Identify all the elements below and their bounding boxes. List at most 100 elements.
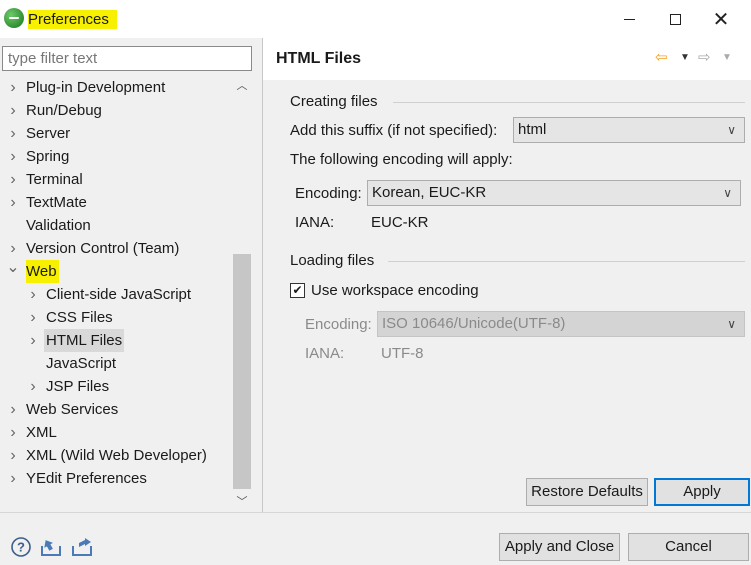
loading-encoding-combo[interactable]: ISO 10646/Unicode(UTF-8) ∨ (377, 311, 745, 337)
tree-item-label: Client-side JavaScript (46, 286, 192, 303)
suffix-value: html (518, 121, 547, 138)
loading-files-group-title: Loading files (290, 252, 375, 269)
chevron-down-icon: ∨ (727, 317, 736, 331)
chevron-right-icon[interactable]: › (6, 168, 20, 191)
chevron-right-icon[interactable]: › (6, 444, 20, 467)
scrollbar-thumb[interactable] (233, 254, 251, 489)
encoding-combo[interactable]: Korean, EUC-KR ∨ (367, 180, 741, 206)
tree-item-label: XML (26, 424, 57, 441)
tree-item[interactable]: › YEdit Preferences (2, 467, 234, 490)
tree-item-label: Spring (26, 148, 70, 165)
chevron-right-icon[interactable]: › (6, 421, 20, 444)
minimize-button[interactable] (606, 0, 652, 38)
chevron-down-icon: ∨ (723, 186, 732, 200)
tree-item-label: Validation (26, 217, 91, 234)
filter-input[interactable] (2, 46, 252, 71)
forward-arrow-icon[interactable]: ⇨ (698, 48, 711, 66)
iana-value: EUC-KR (371, 214, 429, 231)
minimize-icon (623, 18, 635, 20)
preference-tree: › Plug-in Development › Run/Debug › Server › Sp… (2, 76, 234, 512)
close-icon: ✕ (712, 8, 730, 31)
tree-item[interactable]: › XML (2, 421, 234, 444)
chevron-right-icon[interactable]: › (6, 191, 20, 214)
restore-defaults-button[interactable]: Restore Defaults (526, 478, 648, 506)
tree-item[interactable]: › Server (2, 122, 234, 145)
tree-item[interactable]: ⌄ Web (2, 259, 234, 283)
suffix-label: Add this suffix (if not specified): (290, 122, 498, 139)
loading-encoding-label: Encoding: (305, 316, 372, 333)
tree-item[interactable]: › CSS Files (2, 306, 234, 329)
chevron-right-icon[interactable]: › (26, 283, 40, 306)
maximize-icon (669, 13, 681, 25)
creating-files-group-title: Creating files (290, 93, 378, 110)
tree-item-label: Server (26, 125, 71, 142)
apply-and-close-button[interactable]: Apply and Close (499, 533, 620, 561)
scroll-down-icon[interactable]: ﹀ (233, 492, 251, 512)
chevron-right-icon[interactable]: › (6, 145, 20, 168)
tree-item-label: HTML Files (44, 329, 125, 352)
window-title: Preferences (28, 10, 117, 29)
tree-item-label: Web (26, 260, 59, 283)
tree-item[interactable]: › TextMate (2, 191, 234, 214)
page-content: Creating files Add this suffix (if not s… (262, 80, 751, 512)
checkmark-icon: ✔ (292, 283, 303, 297)
close-button[interactable]: ✕ (698, 0, 744, 38)
chevron-right-icon[interactable]: › (6, 76, 20, 99)
tree-item-label: XML (Wild Web Developer) (26, 447, 207, 464)
eclipse-logo-icon (4, 8, 24, 28)
tree-item[interactable]: › Client-side JavaScript (2, 283, 234, 306)
tree-item[interactable]: › Web Services (2, 398, 234, 421)
chevron-right-icon[interactable]: › (6, 122, 20, 145)
tree-item-label: Web Services (26, 401, 119, 418)
loading-encoding-value: ISO 10646/Unicode(UTF-8) (382, 315, 566, 332)
chevron-right-icon[interactable]: › (6, 467, 20, 490)
tree-item[interactable]: › HTML Files (2, 329, 234, 352)
tree-item[interactable]: › Version Control (Team) (2, 237, 234, 260)
tree-item-label: TextMate (26, 194, 87, 211)
encoding-label: Encoding: (295, 185, 362, 202)
tree-item-label: JSP Files (46, 378, 110, 395)
tree-item[interactable]: JavaScript (2, 352, 234, 375)
tree-item[interactable]: › XML (Wild Web Developer) (2, 444, 234, 467)
encoding-intro-text: The following encoding will apply: (290, 151, 513, 168)
workspace-encoding-checkbox[interactable]: ✔ (290, 283, 305, 298)
tree-item-label: CSS Files (46, 309, 113, 326)
scroll-up-icon[interactable]: ︿ (233, 76, 251, 96)
back-arrow-icon[interactable]: ⇦ (655, 48, 668, 66)
loading-iana-value: UTF-8 (381, 345, 424, 362)
page-title: HTML Files (276, 50, 362, 67)
tree-item-label: Terminal (26, 171, 83, 188)
tree-scrollbar[interactable]: ︿ ﹀ (233, 76, 251, 512)
maximize-button[interactable] (652, 0, 698, 38)
help-icon[interactable]: ? (10, 536, 32, 558)
cancel-button[interactable]: Cancel (628, 533, 749, 561)
group-divider (388, 261, 745, 262)
loading-iana-label: IANA: (305, 345, 345, 362)
tree-item-label: Plug-in Development (26, 79, 166, 96)
apply-button[interactable]: Apply (654, 478, 750, 506)
import-icon[interactable] (40, 536, 62, 558)
tree-item[interactable]: › Spring (2, 145, 234, 168)
tree-item[interactable]: › Terminal (2, 168, 234, 191)
tree-item-label: YEdit Preferences (26, 470, 147, 487)
group-divider (393, 102, 745, 103)
chevron-down-icon: ∨ (727, 123, 736, 137)
tree-item[interactable]: › JSP Files (2, 375, 234, 398)
chevron-right-icon[interactable]: › (26, 329, 40, 352)
chevron-right-icon[interactable]: › (26, 306, 40, 329)
iana-label: IANA: (295, 214, 335, 231)
suffix-combo[interactable]: html ∨ (513, 117, 745, 143)
chevron-right-icon[interactable]: › (6, 99, 20, 122)
tree-item[interactable]: Validation (2, 214, 234, 237)
forward-menu-chevron-icon[interactable]: ▼ (722, 52, 732, 63)
tree-item[interactable]: › Plug-in Development (2, 76, 234, 99)
tree-item[interactable]: › Run/Debug (2, 99, 234, 122)
chevron-right-icon[interactable]: › (26, 375, 40, 398)
tree-item-label: Version Control (Team) (26, 240, 180, 257)
chevron-down-icon[interactable]: ⌄ (6, 256, 20, 279)
workspace-encoding-label[interactable]: Use workspace encoding (311, 282, 479, 299)
chevron-right-icon[interactable]: › (6, 398, 20, 421)
encoding-value: Korean, EUC-KR (372, 184, 487, 201)
export-icon[interactable] (71, 536, 93, 558)
back-menu-chevron-icon[interactable]: ▼ (680, 52, 690, 63)
